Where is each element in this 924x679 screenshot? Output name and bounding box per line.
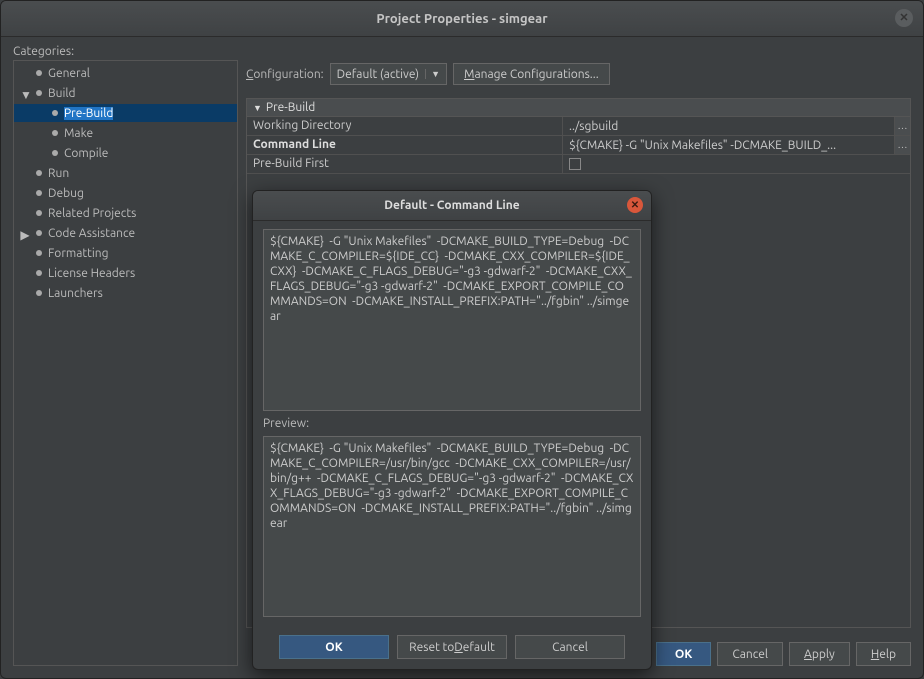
- cancel-button[interactable]: Cancel: [515, 635, 625, 659]
- section-header[interactable]: ▼Pre-Build: [247, 99, 910, 117]
- close-icon[interactable]: ✕: [627, 197, 643, 213]
- bullet-icon: [36, 210, 42, 216]
- tree-item-launchers[interactable]: Launchers: [14, 284, 237, 302]
- tree-label: Debug: [48, 187, 84, 200]
- tree-item-build[interactable]: ▼ Build: [14, 84, 237, 102]
- tree-item-prebuild[interactable]: Pre-Build: [14, 104, 237, 122]
- tree-label: General: [48, 67, 90, 80]
- tree-label: Make: [64, 127, 93, 140]
- configuration-row: Configuration: Default (active) ▼ Manage…: [246, 60, 911, 88]
- ok-button[interactable]: OK: [279, 635, 389, 659]
- bullet-icon: [52, 130, 58, 136]
- prop-val[interactable]: ../sgbuild: [563, 117, 894, 135]
- tree-item-make[interactable]: Make: [14, 124, 237, 142]
- expander-right-icon[interactable]: ▶: [20, 228, 30, 238]
- tree-item-compile[interactable]: Compile: [14, 144, 237, 162]
- expander-down-icon: ▼: [253, 103, 262, 113]
- bullet-icon: [36, 290, 42, 296]
- tree-label: Build: [48, 87, 76, 100]
- bullet-icon: [36, 230, 42, 236]
- bullet-icon: [36, 90, 42, 96]
- prop-key: Command Line: [247, 136, 563, 154]
- bullet-icon: [36, 270, 42, 276]
- titlebar: Project Properties - simgear ✕: [1, 1, 923, 37]
- edit-button[interactable]: …: [894, 136, 910, 154]
- preview-label: Preview:: [263, 417, 641, 430]
- configuration-label: Configuration:: [246, 68, 324, 81]
- manage-configurations-button[interactable]: Manage Configurations...: [453, 63, 610, 85]
- expander-down-icon[interactable]: ▼: [20, 88, 30, 98]
- command-line-textarea[interactable]: ${CMAKE} -G "Unix Makefiles" -DCMAKE_BUI…: [263, 229, 641, 411]
- tree-item-license[interactable]: License Headers: [14, 264, 237, 282]
- tree-label: Pre-Build: [64, 107, 113, 120]
- tree-item-general[interactable]: General: [14, 64, 237, 82]
- bullet-icon: [52, 150, 58, 156]
- tree-label: Formatting: [48, 247, 109, 260]
- categories-label: Categories:: [13, 45, 911, 58]
- modal-body: ${CMAKE} -G "Unix Makefiles" -DCMAKE_BUI…: [253, 221, 651, 625]
- bullet-icon: [52, 110, 58, 116]
- window-title: Project Properties - simgear: [376, 12, 547, 26]
- modal-footer: OK Reset to Default Cancel: [253, 625, 651, 669]
- tree-label: Compile: [64, 147, 108, 160]
- prop-row-working-dir[interactable]: Working Directory ../sgbuild …: [247, 117, 910, 136]
- configuration-select[interactable]: Default (active) ▼: [330, 63, 447, 85]
- configuration-value: Default (active): [337, 68, 419, 81]
- tree-label: Launchers: [48, 287, 103, 300]
- prop-row-prebuild-first[interactable]: Pre-Build First: [247, 155, 910, 174]
- tree-label: Run: [48, 167, 69, 180]
- dropdown-arrow-icon: ▼: [425, 69, 440, 79]
- reset-default-button[interactable]: Reset to Default: [397, 635, 507, 659]
- tree-item-related[interactable]: Related Projects: [14, 204, 237, 222]
- tree-label: Related Projects: [48, 207, 136, 220]
- prop-val[interactable]: [563, 155, 910, 173]
- tree-item-debug[interactable]: Debug: [14, 184, 237, 202]
- ok-button[interactable]: OK: [656, 642, 711, 666]
- tree-label: Code Assistance: [48, 227, 135, 240]
- checkbox[interactable]: [569, 158, 581, 170]
- prop-row-command-line[interactable]: Command Line ${CMAKE} -G "Unix Makefiles…: [247, 136, 910, 155]
- modal-titlebar: Default - Command Line ✕: [253, 191, 651, 221]
- prop-key: Working Directory: [247, 117, 563, 135]
- tree-label: License Headers: [48, 267, 135, 280]
- apply-button[interactable]: Apply: [789, 642, 850, 666]
- prop-key: Pre-Build First: [247, 155, 563, 173]
- cancel-button[interactable]: Cancel: [717, 642, 783, 666]
- close-icon[interactable]: ✕: [895, 9, 913, 27]
- help-button[interactable]: Help: [856, 642, 911, 666]
- tree-item-formatting[interactable]: Formatting: [14, 244, 237, 262]
- prop-val[interactable]: ${CMAKE} -G "Unix Makefiles" -DCMAKE_BUI…: [563, 136, 894, 154]
- bullet-icon: [36, 190, 42, 196]
- preview-textarea: ${CMAKE} -G "Unix Makefiles" -DCMAKE_BUI…: [263, 436, 641, 618]
- categories-tree: General ▼ Build Pre-Build Make Compile Ru…: [13, 60, 238, 666]
- tree-item-codeassist[interactable]: ▶ Code Assistance: [14, 224, 237, 242]
- command-line-dialog: Default - Command Line ✕ ${CMAKE} -G "Un…: [252, 190, 652, 670]
- tree-item-run[interactable]: Run: [14, 164, 237, 182]
- bullet-icon: [36, 250, 42, 256]
- modal-title: Default - Command Line: [384, 199, 519, 212]
- bullet-icon: [36, 170, 42, 176]
- bullet-icon: [36, 70, 42, 76]
- browse-button[interactable]: …: [894, 117, 910, 135]
